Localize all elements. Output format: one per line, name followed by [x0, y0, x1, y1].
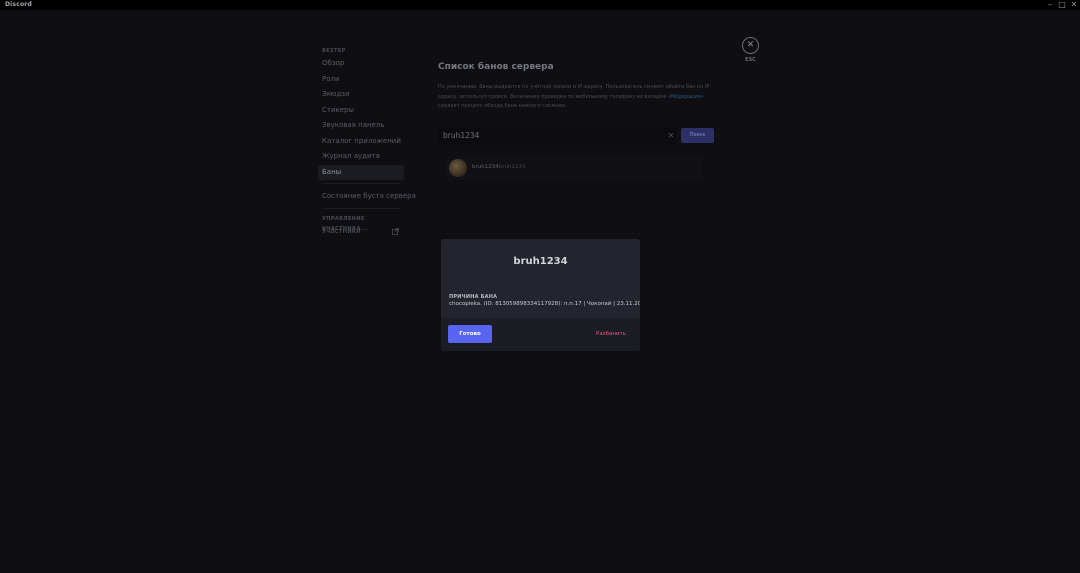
- modal-footer: Готово Разбанить: [441, 318, 640, 351]
- settings-page: BESTEP Обзор Роли Эмодзи Стикеры Звукова…: [0, 10, 1080, 573]
- settings-sidebar: BESTEP Обзор Роли Эмодзи Стикеры Звукова…: [318, 46, 416, 240]
- moderation-link[interactable]: «Модерация»: [668, 94, 704, 100]
- sidebar-item-members[interactable]: Участники: [318, 224, 404, 240]
- desc-text-end: сделает процесс обхода бана намного слож…: [438, 103, 567, 109]
- app-title: Discord: [5, 1, 32, 8]
- ban-reason-text: chocopieka. (ID: 813059898334117928): п.…: [449, 301, 640, 307]
- close-window-icon[interactable]: ✕: [1069, 0, 1079, 10]
- bans-content: Список банов сервера По умолчанию, баны …: [438, 60, 738, 180]
- sidebar-item-label: Участники: [322, 226, 361, 235]
- ban-search-input[interactable]: bruh1234: [438, 128, 676, 144]
- search-row: bruh1234 ✕ Поиск: [438, 128, 718, 144]
- ban-user-tag: bruh1234: [498, 164, 526, 170]
- sidebar-header-members: УПРАВЛЕНИЕ УЧАСТНИКА...: [322, 215, 368, 232]
- sidebar-item-roles[interactable]: Роли: [318, 72, 404, 88]
- done-button[interactable]: Готово: [448, 325, 492, 343]
- sidebar-header-server: BESTEP: [322, 48, 346, 54]
- sidebar-item-stickers[interactable]: Стикеры: [318, 103, 404, 119]
- ban-display-name: bruh1234: [472, 164, 499, 170]
- title-bar: Discord – □ ✕: [0, 0, 1080, 10]
- unban-button[interactable]: Разбанить: [596, 325, 626, 343]
- sidebar-item-app-directory[interactable]: Каталог приложений: [318, 134, 404, 150]
- ban-details-modal: bruh1234 ПРИЧИНА БАНА chocopieka. (ID: 8…: [441, 239, 640, 351]
- ban-list-item[interactable]: bruh1234bruh1234: [446, 156, 702, 180]
- ban-username: bruh1234bruh1234: [472, 164, 525, 170]
- sidebar-item-soundboard[interactable]: Звуковая панель: [318, 118, 404, 134]
- sidebar-item-overview[interactable]: Обзор: [318, 56, 404, 72]
- modal-title: bruh1234: [513, 256, 568, 267]
- avatar: [449, 159, 467, 177]
- minimize-icon[interactable]: –: [1045, 0, 1055, 10]
- page-title: Список банов сервера: [438, 62, 554, 72]
- close-settings-icon[interactable]: ✕: [742, 37, 759, 54]
- maximize-icon[interactable]: □: [1057, 0, 1067, 10]
- bans-description: По умолчанию, баны выдаются по учётной з…: [438, 83, 713, 112]
- sidebar-item-bans[interactable]: Баны: [318, 164, 404, 180]
- clear-search-icon[interactable]: ✕: [667, 132, 675, 140]
- sidebar-divider: [322, 183, 400, 184]
- ban-reason-label: ПРИЧИНА БАНА: [449, 294, 498, 300]
- search-button[interactable]: Поиск: [681, 128, 714, 143]
- sidebar-item-server-boost[interactable]: Состояние буста сервера: [318, 189, 416, 205]
- esc-label: ESC: [745, 57, 756, 63]
- external-link-icon: [392, 227, 399, 235]
- sidebar-divider: [322, 207, 400, 209]
- sidebar-item-emoji[interactable]: Эмодзи: [318, 87, 404, 103]
- sidebar-item-audit-log[interactable]: Журнал аудита: [318, 149, 404, 165]
